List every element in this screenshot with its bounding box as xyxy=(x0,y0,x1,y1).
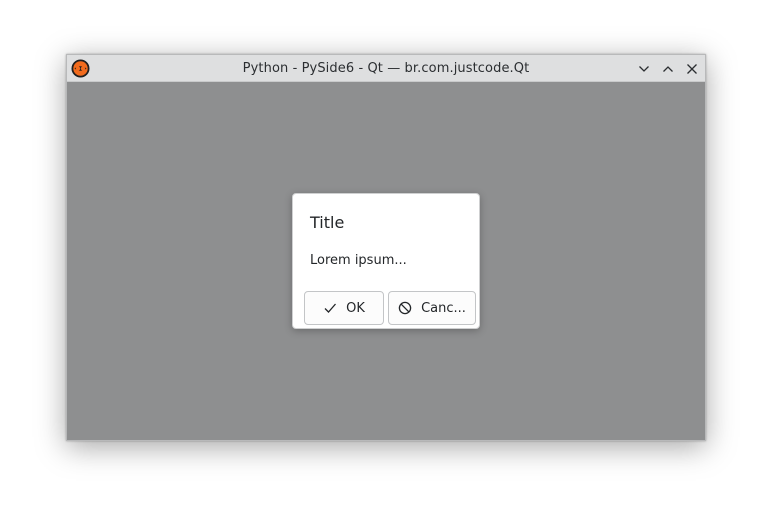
close-icon xyxy=(687,63,697,74)
chevron-down-icon xyxy=(639,65,649,72)
cancel-button-label: Canc... xyxy=(421,300,466,316)
window-title: Python - PySide6 - Qt — br.com.justcode.… xyxy=(242,60,530,76)
ok-button[interactable]: OK xyxy=(304,291,384,325)
chevron-up-icon xyxy=(663,65,673,72)
cancel-button[interactable]: Canc... xyxy=(388,291,476,325)
cancel-circle-icon xyxy=(398,301,412,315)
message-dialog: Title Lorem ipsum... OK Canc... xyxy=(292,193,480,329)
ok-button-label: OK xyxy=(346,300,365,316)
checkmark-icon xyxy=(323,301,337,315)
close-button[interactable] xyxy=(681,58,703,79)
python-app-icon[interactable] xyxy=(71,59,90,78)
maximize-button[interactable] xyxy=(657,58,679,79)
window-titlebar[interactable]: Python - PySide6 - Qt — br.com.justcode.… xyxy=(67,55,705,82)
dialog-message: Lorem ipsum... xyxy=(310,253,407,268)
minimize-button[interactable] xyxy=(633,58,655,79)
dialog-title: Title xyxy=(310,213,345,232)
